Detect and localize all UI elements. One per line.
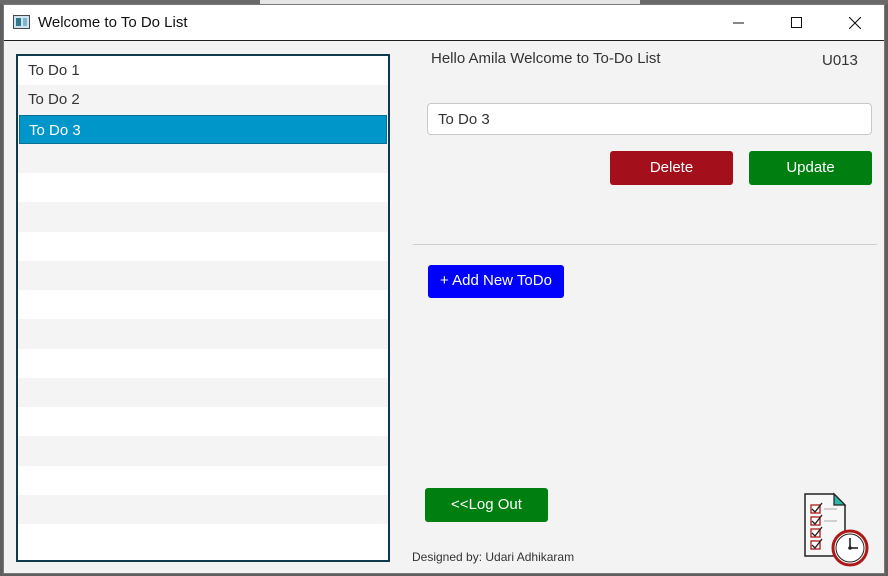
empty-list-row	[18, 232, 388, 261]
add-new-todo-button[interactable]: + Add New ToDo	[428, 265, 564, 298]
empty-list-row	[18, 466, 388, 495]
designer-credit: Designed by: Udari Adhikaram	[412, 550, 575, 564]
empty-list-row	[18, 202, 388, 232]
empty-list-row	[18, 143, 388, 173]
app-window-icon	[13, 15, 30, 29]
update-button[interactable]: Update	[749, 151, 872, 185]
window-title: Welcome to To Do List	[38, 14, 188, 31]
logout-button[interactable]: <<Log Out	[425, 488, 548, 522]
empty-list-row	[18, 173, 388, 202]
empty-list-row	[18, 436, 388, 466]
empty-list-row	[18, 377, 388, 407]
minimize-icon	[733, 22, 744, 23]
todo-list[interactable]: To Do 1 To Do 2 To Do 3	[16, 54, 390, 562]
maximize-button[interactable]	[768, 5, 826, 40]
divider	[413, 244, 877, 245]
minimize-button[interactable]	[710, 5, 768, 40]
close-button[interactable]	[826, 5, 884, 40]
greeting-text: Hello Amila Welcome to To-Do List	[431, 50, 661, 67]
empty-list-row	[18, 524, 388, 553]
delete-button[interactable]: Delete	[610, 151, 733, 185]
empty-list-row	[18, 290, 388, 319]
title-bar[interactable]: Welcome to To Do List	[4, 5, 884, 41]
todo-window: Welcome to To Do List To Do 1 To Do 2 To D…	[3, 4, 885, 574]
list-item[interactable]: To Do 1	[18, 56, 388, 85]
user-id-label: U013	[822, 52, 858, 69]
todo-text-field[interactable]	[427, 103, 872, 135]
list-item[interactable]: To Do 2	[18, 85, 388, 115]
empty-list-row	[18, 407, 388, 436]
maximize-icon	[791, 16, 802, 28]
empty-list-row	[18, 319, 388, 349]
task-clock-icon	[804, 492, 869, 567]
list-item[interactable]: To Do 3	[19, 114, 387, 144]
close-icon	[849, 16, 861, 29]
empty-list-row	[18, 260, 388, 290]
empty-list-row	[18, 494, 388, 524]
empty-list-row	[18, 349, 388, 378]
